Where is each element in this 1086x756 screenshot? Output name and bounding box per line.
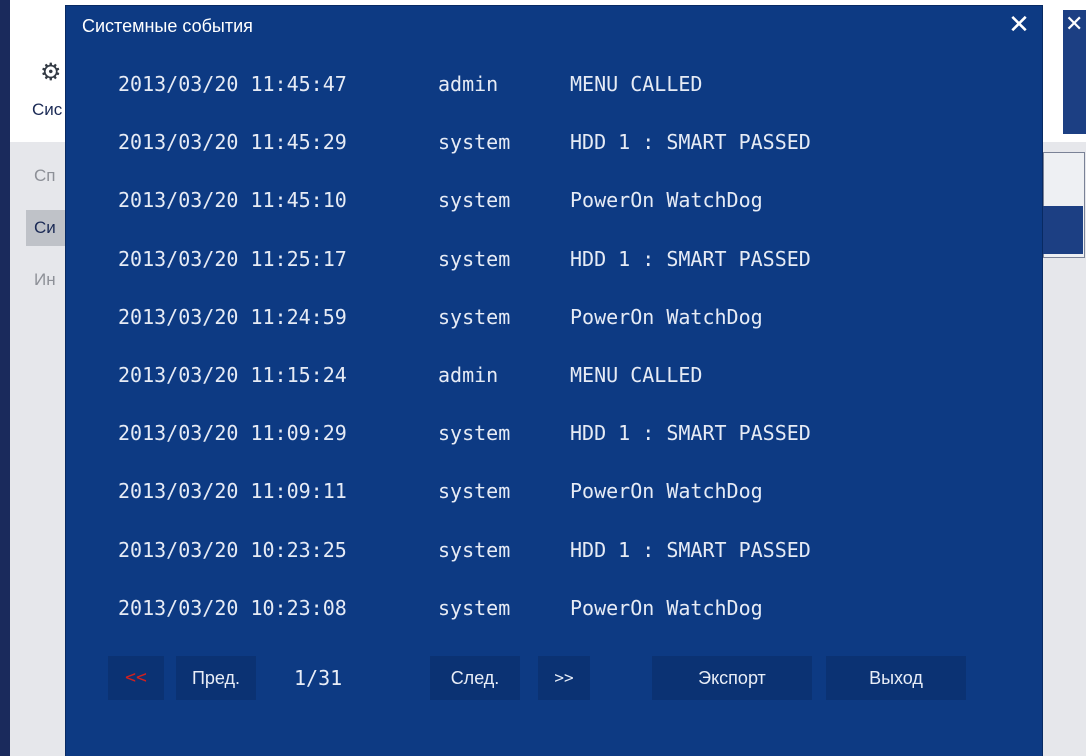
log-event: PowerOn WatchDog	[570, 304, 763, 329]
background-right-selection	[1043, 206, 1083, 254]
dialog-title: Системные события	[82, 16, 253, 36]
log-event: HDD 1 : SMART PASSED	[570, 537, 811, 562]
log-user: system	[438, 304, 511, 329]
log-user: system	[438, 188, 511, 213]
log-event: PowerOn WatchDog	[570, 188, 763, 213]
page-indicator: 1/31	[294, 666, 343, 690]
dialog-footer: << Пред. 1/31 След. >> Экспорт Выход	[66, 652, 1042, 708]
log-event: PowerOn WatchDog	[570, 479, 763, 504]
log-event: HDD 1 : SMART PASSED	[570, 421, 811, 446]
log-user: admin	[438, 362, 499, 387]
log-time: 2013/03/20 11:25:17	[118, 246, 347, 271]
exit-button[interactable]: Выход	[826, 656, 966, 700]
log-row[interactable]: 2013/03/20 11:45:10 system PowerOn Watch…	[66, 174, 1042, 232]
log-event: HDD 1 : SMART PASSED	[570, 130, 811, 155]
log-user: admin	[438, 72, 499, 96]
log-row[interactable]: 2013/03/20 11:15:24 admin MENU CALLED	[66, 349, 1042, 407]
gear-icon: ⚙	[40, 58, 62, 86]
log-row[interactable]: 2013/03/20 11:09:29 system HDD 1 : SMART…	[66, 407, 1042, 465]
background-close-icon[interactable]: ✕	[1065, 12, 1083, 37]
log-time: 2013/03/20 11:45:29	[118, 130, 347, 155]
dialog-titlebar: Системные события ✕	[66, 6, 1042, 46]
log-time: 2013/03/20 11:24:59	[118, 304, 347, 329]
first-page-button[interactable]: <<	[108, 656, 164, 700]
background-left-strip	[0, 0, 10, 756]
close-icon[interactable]: ✕	[1004, 10, 1034, 40]
next-page-button[interactable]: След.	[430, 656, 520, 700]
export-button[interactable]: Экспорт	[652, 656, 812, 700]
log-user: system	[438, 421, 511, 446]
log-event: PowerOn WatchDog	[570, 595, 763, 620]
log-event: MENU CALLED	[570, 362, 703, 387]
log-row[interactable]: 2013/03/20 11:24:59 system PowerOn Watch…	[66, 291, 1042, 349]
log-row[interactable]: 2013/03/20 11:45:29 system HDD 1 : SMART…	[66, 116, 1042, 174]
log-row[interactable]: 2013/03/20 10:23:25 system HDD 1 : SMART…	[66, 524, 1042, 582]
prev-page-button[interactable]: Пред.	[176, 656, 256, 700]
log-event: MENU CALLED	[570, 72, 703, 96]
log-row[interactable]: 2013/03/20 10:23:08 system PowerOn Watch…	[66, 582, 1042, 640]
log-time: 2013/03/20 11:45:10	[118, 188, 347, 213]
log-row[interactable]: 2013/03/20 11:45:47 admin MENU CALLED	[66, 58, 1042, 116]
log-event: HDD 1 : SMART PASSED	[570, 246, 811, 271]
log-row[interactable]: 2013/03/20 11:25:17 system HDD 1 : SMART…	[66, 233, 1042, 291]
log-user: system	[438, 537, 511, 562]
log-row[interactable]: 2013/03/20 11:09:11 system PowerOn Watch…	[66, 465, 1042, 523]
log-user: system	[438, 246, 511, 271]
last-page-button[interactable]: >>	[538, 656, 590, 700]
log-time: 2013/03/20 10:23:25	[118, 537, 347, 562]
system-events-dialog: Системные события ✕ 2013/03/20 11:45:47 …	[66, 6, 1042, 756]
log-user: system	[438, 595, 511, 620]
log-user: system	[438, 479, 511, 504]
log-time: 2013/03/20 11:09:29	[118, 421, 347, 446]
background-app-title: Сис	[32, 100, 63, 119]
log-user: system	[438, 130, 511, 155]
event-log-list: 2013/03/20 11:45:47 admin MENU CALLED 20…	[66, 58, 1042, 640]
log-time: 2013/03/20 11:15:24	[118, 362, 347, 387]
log-time: 2013/03/20 11:45:47	[118, 72, 347, 96]
log-time: 2013/03/20 11:09:11	[118, 479, 347, 504]
log-time: 2013/03/20 10:23:08	[118, 595, 347, 620]
